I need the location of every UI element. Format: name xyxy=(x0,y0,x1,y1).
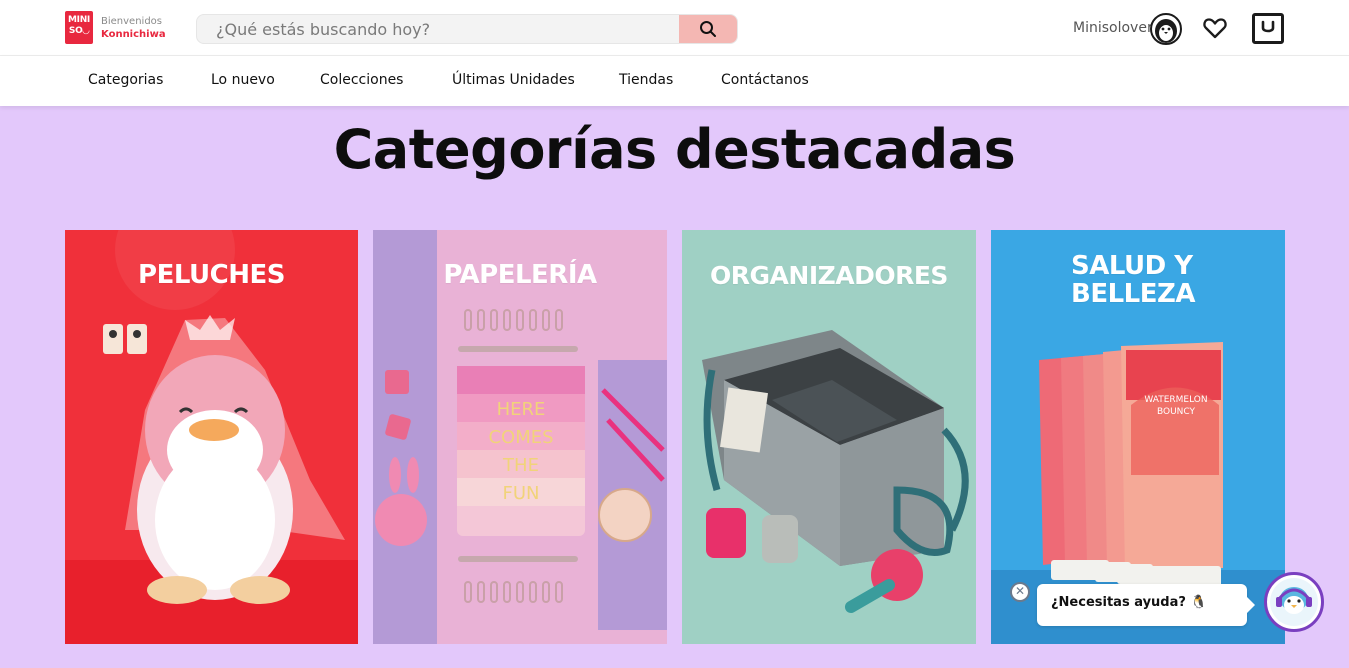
nav-item-categorias[interactable]: Categorias xyxy=(88,72,163,88)
product-label-line2: BOUNCY xyxy=(1156,407,1196,417)
notebook-line-2: COMES xyxy=(488,427,554,448)
category-label-papeleria: PAPELERÍA xyxy=(443,260,597,290)
welcome-line1: Bienvenidos xyxy=(101,16,162,27)
notebook-text: HERE COMES THE FUN xyxy=(457,396,585,508)
welcome-line2: Konnichiwa xyxy=(101,29,166,40)
logo-face: ◡ xyxy=(82,26,90,36)
logo-line2: SO◡ xyxy=(65,26,93,37)
main-nav: Categorias Lo nuevo Colecciones Últimas … xyxy=(0,56,1349,106)
category-label-organizadores: ORGANIZADORES xyxy=(710,261,948,290)
user-name[interactable]: Minisolover xyxy=(1073,20,1153,36)
chat-close-button[interactable]: ✕ xyxy=(1010,582,1030,602)
category-card-papeleria[interactable]: PAPELERÍA HERE COMES THE FUN xyxy=(373,230,667,644)
miniso-logo[interactable]: MINI SO◡ xyxy=(65,11,93,44)
product-label: WATERMELON BOUNCY xyxy=(1141,394,1211,418)
product-label-line1: WATERMELON xyxy=(1144,395,1208,405)
category-card-salud-belleza[interactable]: SALUD Y BELLEZA WATERMELON BOUNCY xyxy=(991,230,1285,644)
heart-icon[interactable] xyxy=(1202,15,1228,41)
nav-item-colecciones[interactable]: Colecciones xyxy=(320,72,403,88)
penguin-avatar-icon[interactable] xyxy=(1150,13,1182,45)
plush-penguin-image xyxy=(65,230,358,644)
nav-item-tiendas[interactable]: Tiendas xyxy=(619,72,673,88)
nav-item-contactanos[interactable]: Contáctanos xyxy=(721,72,809,88)
category-card-organizadores[interactable]: ORGANIZADORES xyxy=(682,230,976,644)
notebook-line-4: FUN xyxy=(502,483,540,504)
chat-assistant-avatar-icon[interactable] xyxy=(1264,572,1324,632)
notebook-line-3: THE xyxy=(503,455,539,476)
logo-line1: MINI xyxy=(68,15,90,25)
category-label-salud-belleza: SALUD Y BELLEZA xyxy=(1071,252,1285,308)
page-title: Categorías destacadas xyxy=(333,118,1016,181)
search-icon xyxy=(700,21,716,37)
search-bar xyxy=(196,14,738,44)
shopping-bag-icon[interactable] xyxy=(1252,13,1284,44)
category-label-peluches: PELUCHES xyxy=(138,260,285,290)
category-label-salud-line2: BELLEZA xyxy=(1071,279,1195,309)
category-card-peluches[interactable]: PELUCHES xyxy=(65,230,358,644)
chat-help-bubble[interactable]: ¿Necesitas ayuda? 🐧 xyxy=(1037,584,1255,626)
search-input[interactable] xyxy=(197,15,681,43)
welcome-text: Bienvenidos Konnichiwa xyxy=(101,15,166,41)
nav-item-ultimas-unidades[interactable]: Últimas Unidades xyxy=(452,72,575,88)
organizer-basket-image xyxy=(702,330,969,613)
top-header: MINI SO◡ Bienvenidos Konnichiwa Minisolo… xyxy=(0,0,1349,56)
logo-line2-text: SO xyxy=(68,26,83,36)
category-label-salud-line1: SALUD Y xyxy=(1071,251,1193,281)
notebook-line-1: HERE xyxy=(496,399,546,420)
nav-item-lo-nuevo[interactable]: Lo nuevo xyxy=(211,72,275,88)
search-button[interactable] xyxy=(679,15,737,43)
